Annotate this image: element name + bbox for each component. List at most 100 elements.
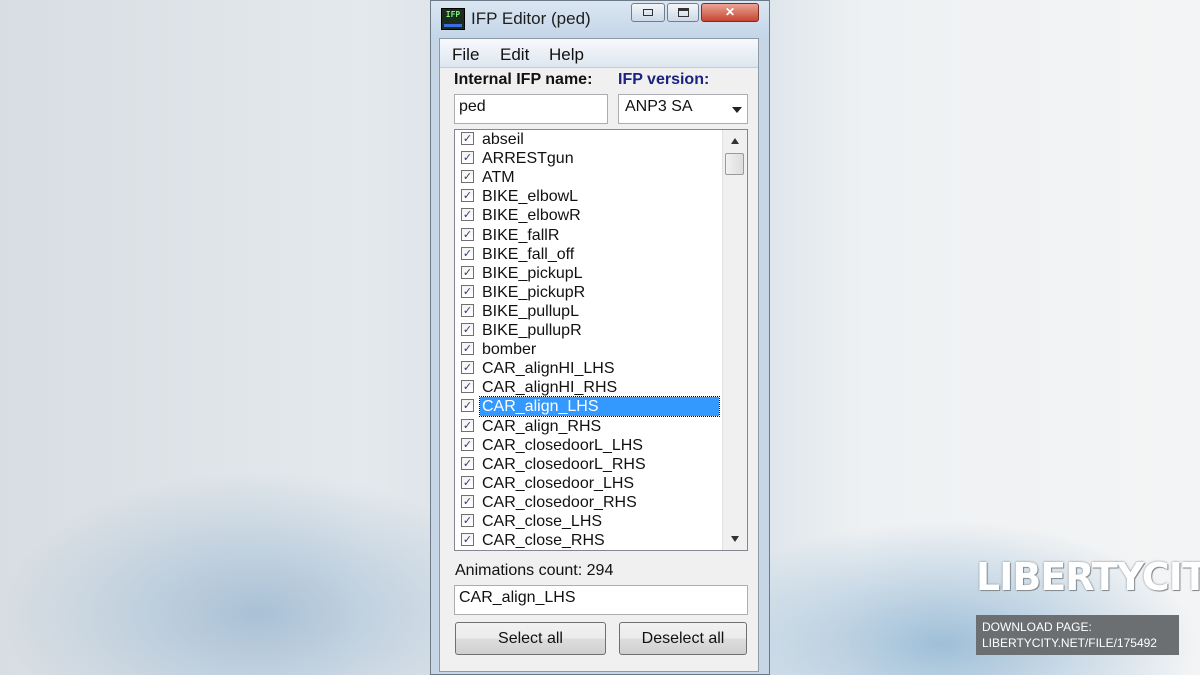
ifp-version-select[interactable]: ANP3 SA — [618, 94, 748, 124]
list-item-label: BIKE_pullupR — [482, 322, 582, 339]
maximize-button[interactable] — [667, 3, 699, 22]
list-item-label: ATM — [482, 169, 515, 187]
checkbox[interactable]: ✓ — [461, 418, 474, 432]
checkbox[interactable]: ✓ — [461, 208, 474, 222]
chevron-down-icon[interactable] — [732, 107, 742, 113]
list-item-label: CAR_alignHI_RHS — [482, 379, 618, 397]
list-item-label: CAR_close_RHS — [482, 532, 605, 550]
minimize-icon — [643, 9, 653, 16]
vertical-scrollbar[interactable] — [722, 130, 747, 550]
list-item-label: CAR_close_LHS — [482, 513, 603, 530]
list-item[interactable]: ✓ ARRESTgun — [455, 149, 720, 168]
list-item-label: abseil — [482, 131, 524, 148]
list-item[interactable]: ✓ BIKE_pullupR — [455, 321, 720, 340]
menu-edit[interactable]: Edit — [500, 45, 529, 65]
window-title: IFP Editor (ped) — [471, 9, 591, 28]
list-item-label: BIKE_elbowR — [482, 207, 581, 225]
list-item-label: CAR_align_LHS — [479, 396, 720, 418]
ifp-version-label: IFP version: — [618, 71, 710, 88]
list-item[interactable]: ✓ BIKE_elbowR — [455, 206, 720, 225]
app-icon: IFP — [441, 8, 465, 30]
list-item[interactable]: ✓ BIKE_elbowL — [455, 187, 720, 206]
list-item[interactable]: ✓ BIKE_pickupL — [455, 264, 720, 283]
download-info: DOWNLOAD PAGE: LIBERTYCITY.NET/FILE/1754… — [976, 615, 1179, 655]
checkbox[interactable]: ✓ — [461, 189, 474, 203]
list-item-label: BIKE_pullupL — [482, 302, 579, 320]
list-item-label: CAR_align_RHS — [482, 417, 602, 435]
animations-list[interactable]: ✓ abseil ✓ ARRESTgun ✓ ATM ✓ BIKE_elbowL ✓ BIKE_e… — [454, 129, 748, 551]
checkbox[interactable]: ✓ — [461, 246, 474, 260]
list-item-label: BIKE_elbowL — [482, 188, 579, 206]
checkbox[interactable]: ✓ — [461, 399, 474, 413]
checkbox[interactable]: ✓ — [461, 437, 474, 451]
select-all-button[interactable]: Select all — [455, 622, 606, 655]
checkbox[interactable]: ✓ — [461, 361, 474, 375]
scroll-up-icon[interactable] — [731, 138, 739, 144]
list-item-label: bomber — [482, 341, 537, 359]
close-button[interactable]: ✕ — [701, 3, 759, 22]
ifp-version-value: ANP3 SA — [625, 98, 693, 115]
checkbox[interactable]: ✓ — [461, 380, 474, 394]
checkbox[interactable]: ✓ — [461, 284, 474, 298]
internal-name-input[interactable]: ped — [454, 94, 608, 124]
list-item[interactable]: ✓ BIKE_pullupL — [455, 302, 720, 321]
checkbox[interactable]: ✓ — [461, 265, 474, 279]
list-item[interactable]: ✓ BIKE_pickupR — [455, 283, 720, 302]
list-item[interactable]: ✓ CAR_alignHI_LHS — [455, 359, 720, 378]
list-item[interactable]: ✓ CAR_align_RHS — [455, 417, 720, 436]
minimize-button[interactable] — [631, 3, 665, 22]
animation-name-input[interactable]: CAR_align_LHS — [454, 585, 748, 615]
checkbox[interactable]: ✓ — [461, 227, 474, 241]
list-item[interactable]: ✓ BIKE_fall_off — [455, 245, 720, 264]
animations-count-value: 294 — [586, 562, 614, 579]
list-item-label: CAR_closedoorL_LHS — [482, 436, 643, 454]
animations-count: Animations count: 294 — [455, 562, 613, 580]
checkbox[interactable]: ✓ — [461, 475, 474, 489]
deselect-all-button[interactable]: Deselect all — [619, 622, 747, 655]
list-item[interactable]: ✓ CAR_closedoor_LHS — [455, 474, 720, 493]
scroll-down-icon[interactable] — [731, 536, 739, 542]
list-item-label: ARRESTgun — [482, 150, 574, 168]
checkbox[interactable]: ✓ — [461, 151, 474, 165]
menu-bar: File Edit Help — [440, 39, 758, 68]
background-blur — [0, 470, 430, 675]
checkbox[interactable]: ✓ — [461, 456, 474, 470]
list-item-label: BIKE_fall_off — [482, 245, 575, 263]
list-item[interactable]: ✓ CAR_closedoorL_RHS — [455, 455, 720, 474]
title-bar[interactable]: IFP IFP Editor (ped) ✕ — [431, 1, 769, 39]
list-item[interactable]: ✓ CAR_close_RHS — [455, 531, 720, 550]
download-info-line1: DOWNLOAD PAGE: — [982, 620, 1092, 634]
checkbox[interactable]: ✓ — [461, 323, 474, 336]
internal-name-label: Internal IFP name: — [454, 71, 593, 88]
list-item[interactable]: ✓ ATM — [455, 168, 720, 187]
ifp-editor-window: IFP IFP Editor (ped) ✕ File Edit Help In… — [430, 0, 770, 675]
checkbox[interactable]: ✓ — [461, 342, 474, 356]
list-item-label: CAR_closedoor_LHS — [482, 474, 635, 492]
download-info-line2: LIBERTYCITY.NET/FILE/175492 — [982, 636, 1157, 650]
checkbox[interactable]: ✓ — [461, 494, 474, 508]
list-item[interactable]: ✓ CAR_closedoorL_LHS — [455, 436, 720, 455]
list-item[interactable]: ✓ CAR_align_LHS — [455, 396, 720, 418]
menu-file[interactable]: File — [452, 45, 479, 65]
list-item[interactable]: ✓ abseil — [455, 130, 720, 149]
checkbox[interactable]: ✓ — [461, 170, 474, 184]
checkbox[interactable]: ✓ — [461, 303, 474, 317]
list-item[interactable]: ✓ CAR_closedoor_RHS — [455, 493, 720, 512]
list-item[interactable]: ✓ BIKE_fallR — [455, 226, 720, 245]
menu-help[interactable]: Help — [549, 45, 584, 65]
list-item[interactable]: ✓ CAR_close_LHS — [455, 512, 720, 531]
checkbox[interactable]: ✓ — [461, 132, 474, 145]
list-item[interactable]: ✓ bomber — [455, 340, 720, 359]
list-item-label: BIKE_fallR — [482, 226, 560, 244]
close-icon: ✕ — [724, 5, 736, 19]
libertycity-logo: LIBERTYCITY — [976, 555, 1200, 599]
checkbox[interactable]: ✓ — [461, 514, 474, 527]
list-item-label: CAR_closedoorL_RHS — [482, 455, 646, 473]
list-item[interactable]: ✓ CAR_alignHI_RHS — [455, 378, 720, 397]
list-item-label: CAR_closedoor_RHS — [482, 493, 637, 511]
client-area: File Edit Help Internal IFP name: IFP ve… — [439, 38, 759, 672]
list-item-label: BIKE_pickupR — [482, 283, 586, 301]
scroll-thumb[interactable] — [725, 153, 744, 175]
checkbox[interactable]: ✓ — [461, 533, 474, 547]
list-item-label: BIKE_pickupL — [482, 264, 583, 282]
